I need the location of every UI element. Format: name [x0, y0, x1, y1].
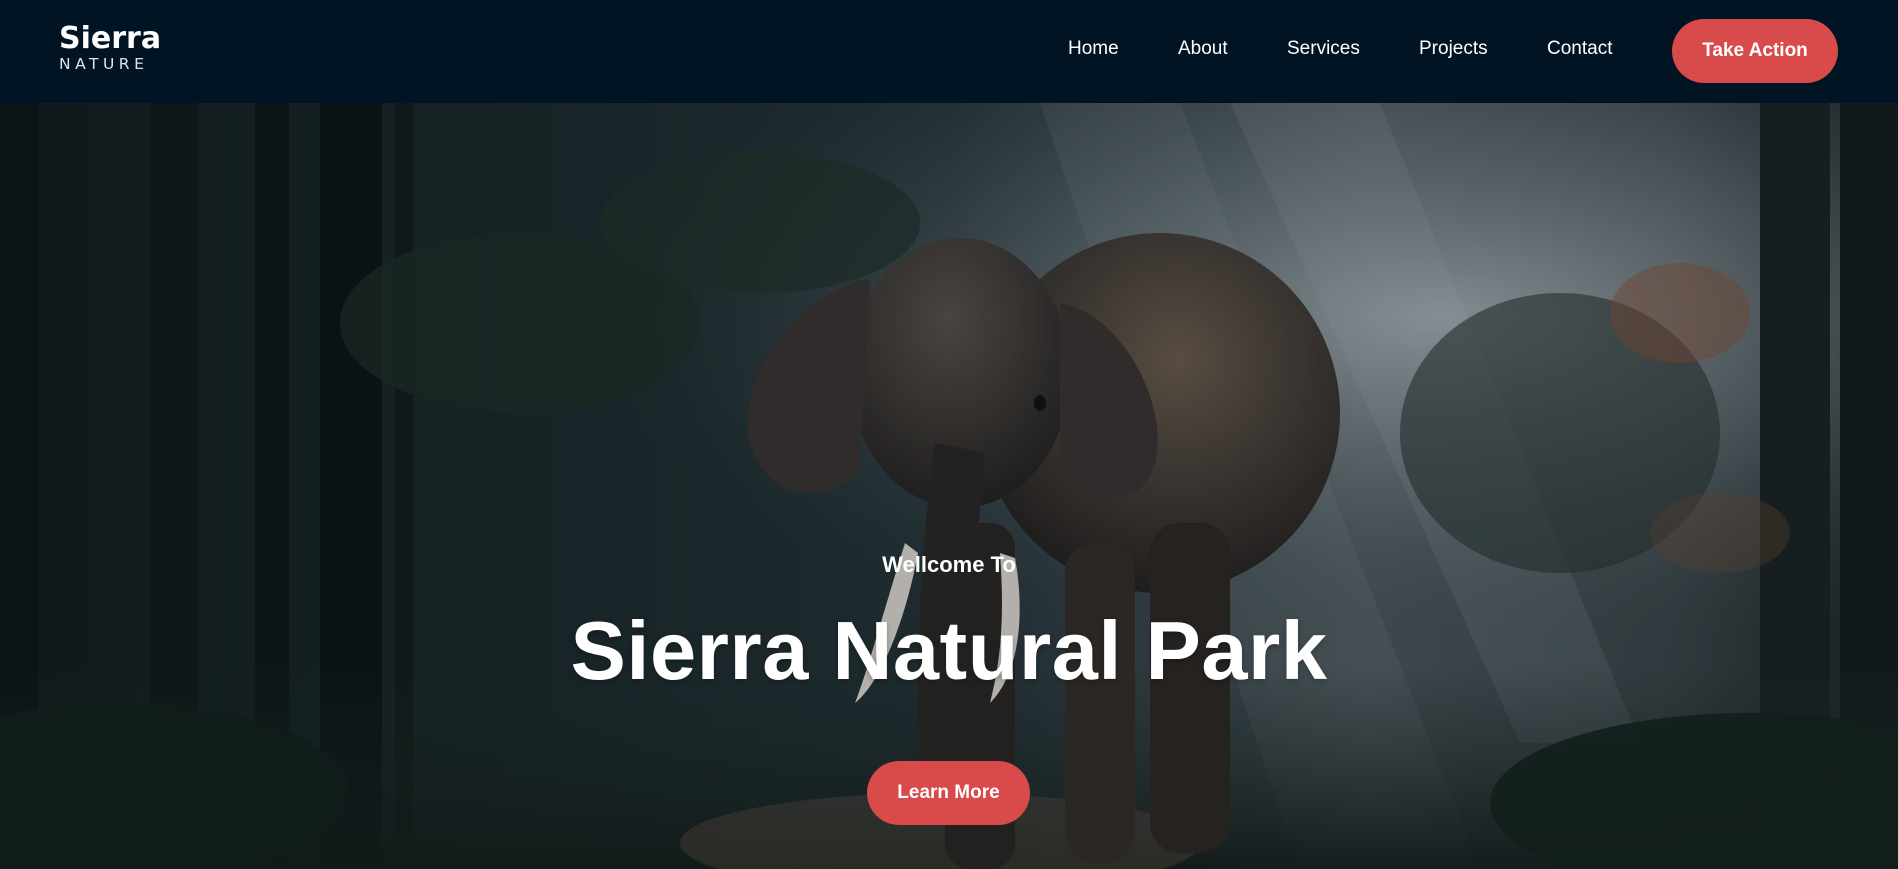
nav-item-services[interactable]: Services: [1287, 38, 1360, 60]
nav-item-projects[interactable]: Projects: [1419, 38, 1488, 60]
hero-overlay: [0, 103, 1898, 869]
logo-name: Sierra: [59, 21, 162, 56]
page: Sierra NATURE Home About Services Projec…: [0, 0, 1898, 869]
site-header: Sierra NATURE Home About Services Projec…: [0, 0, 1898, 103]
learn-more-button[interactable]: Learn More: [867, 761, 1030, 825]
logo[interactable]: Sierra NATURE: [59, 24, 161, 73]
nav-item-home[interactable]: Home: [1068, 38, 1119, 60]
nav-item-contact[interactable]: Contact: [1547, 38, 1612, 60]
take-action-button[interactable]: Take Action: [1672, 19, 1838, 83]
hero-welcome-text: Wellcome To: [882, 552, 1016, 577]
nav-item-about[interactable]: About: [1178, 38, 1228, 60]
hero-title: Sierra Natural Park: [570, 604, 1328, 697]
hero-section: Wellcome To Sierra Natural Park Learn Mo…: [0, 103, 1898, 869]
logo-tagline: NATURE: [59, 55, 149, 73]
